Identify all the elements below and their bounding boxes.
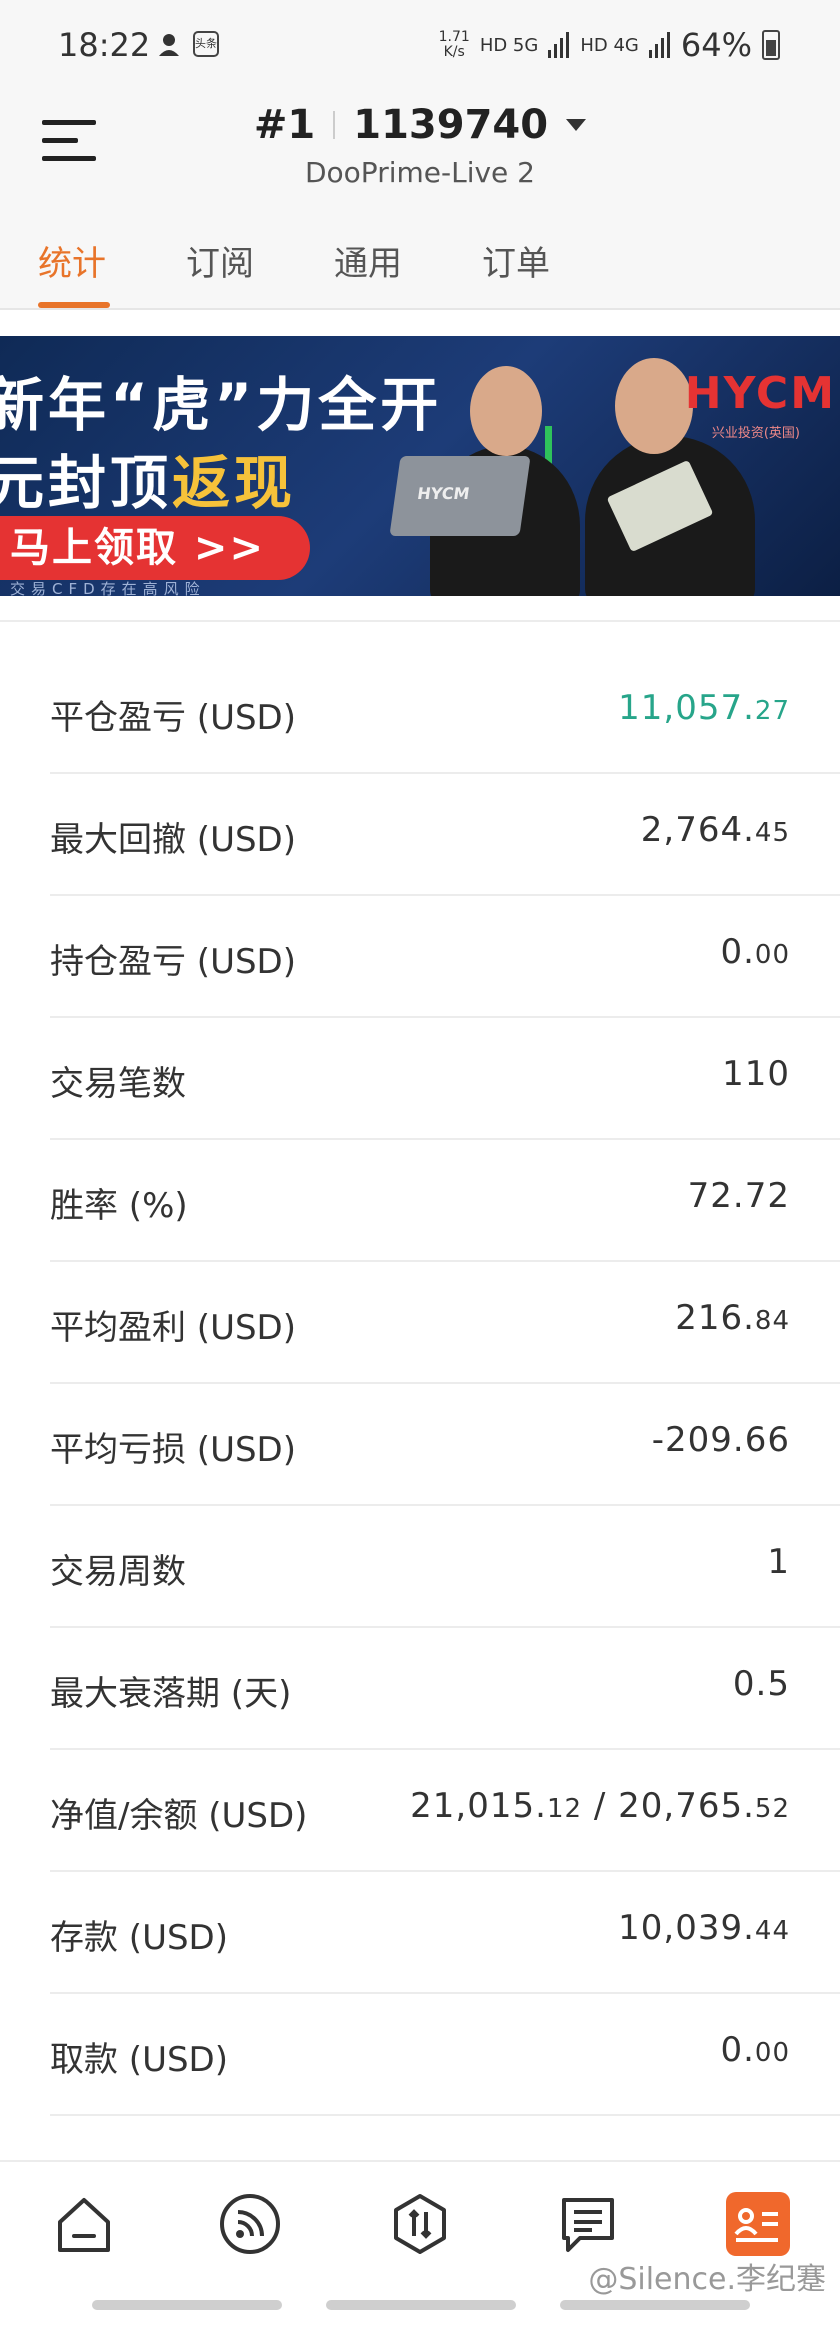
person-face [470,366,542,456]
signal-icon [548,32,570,58]
battery-percent: 64% [680,26,752,64]
stat-value: 110 [722,1054,790,1094]
network-speed: 1.71 K/s [438,29,470,60]
status-left-icons: 头条 [155,30,219,58]
stat-value: 72.72 [687,1176,790,1216]
stat-value: 10,039.44 [618,1908,790,1948]
stat-row: 平仓盈亏 (USD) 11,057.27 [50,652,840,774]
stat-value: -209.66 [651,1420,790,1460]
divider [0,620,840,622]
stat-value: 216.84 [675,1298,790,1338]
notification-app-icon [159,34,179,56]
tab-bar: 统计 订阅 通用 订单 [0,206,840,310]
account-number: 1139740 [353,102,549,148]
stat-value: 0.00 [720,932,790,972]
tab-general[interactable]: 通用 [334,236,402,285]
stat-value: 2,764.45 [640,810,790,850]
stat-row: 胜率 (%) 72.72 [50,1140,840,1262]
stat-row: 交易周数 1 [50,1506,840,1628]
network-4g-label: HD 4G [580,34,639,56]
tab-orders[interactable]: 订单 [482,236,550,285]
watermark: @Silence.李纪蹇 [588,2262,826,2297]
stat-value: 11,057.27 [618,688,790,728]
stat-row: 存款 (USD) 10,039.44 [50,1872,840,1994]
banner-disclaimer: 交易CFD存在高风险 [10,580,206,596]
stat-row: 交易笔数 110 [50,1018,840,1140]
network-5g-label: HD 5G [479,34,539,56]
active-tab-indicator [38,302,110,308]
laptop-illustration: HYCM [389,456,531,536]
banner-headline: 新年“虎”力全开 [0,371,443,439]
promo-banner[interactable]: 新年“虎”力全开 元封顶返现 马上领取 >> 交易CFD存在高风险 HYCM H… [0,336,840,596]
stat-row: 持仓盈亏 (USD) 0.00 [50,896,840,1018]
stat-row: 净值/余额 (USD) 21,015.12 / 20,765.52 [50,1750,840,1872]
nav-gesture-bar [92,2300,282,2310]
nav-gesture-bar [560,2300,750,2310]
stat-row: 最大回撤 (USD) 2,764.45 [50,774,840,896]
status-right: 1.71 K/s HD 5G HD 4G 64% [439,26,780,64]
profile-card-icon[interactable] [726,2192,790,2256]
tab-statistics[interactable]: 统计 [38,236,106,285]
nav-gesture-bar [326,2300,516,2310]
trade-icon[interactable] [388,2192,452,2256]
stat-value: 1 [767,1542,790,1582]
battery-icon [762,30,780,60]
banner-cta-button[interactable]: 马上领取 >> [0,516,310,580]
stat-row: 取款 (USD) 0.00 [50,1994,840,2116]
signal-icon [648,32,670,58]
account-index: #1 [253,102,316,148]
status-bar: 18:22 头条 1.71 K/s HD 5G HD 4G 64% [0,0,840,96]
stat-row: 最大衰落期 (天) 0.5 [50,1628,840,1750]
stat-row: 平均亏损 (USD) -209.66 [50,1384,840,1506]
person-face [615,358,693,454]
signal-feed-icon[interactable] [218,2192,282,2256]
stat-value: 0.5 [732,1664,790,1704]
toutiao-badge-icon: 头条 [193,31,219,57]
account-selector[interactable]: #1 1139740 DooPrime-Live 2 [0,102,840,189]
stat-value: 21,015.12 / 20,765.52 [410,1786,790,1826]
message-icon[interactable] [556,2192,620,2256]
status-time: 18:22 [58,26,151,64]
account-server: DooPrime-Live 2 [304,156,535,189]
banner-subheadline: 元封顶返现 [0,449,297,517]
stat-row: 平均盈利 (USD) 216.84 [50,1262,840,1384]
divider [333,111,336,139]
stat-value: 0.00 [720,2030,790,2070]
tab-subscription[interactable]: 订阅 [186,236,254,285]
brand-subtitle: 兴业投资(英国) [711,426,800,441]
brand-logo: HYCM [684,368,836,419]
home-icon[interactable] [52,2192,116,2256]
app-header: #1 1139740 DooPrime-Live 2 [0,96,840,206]
caret-down-icon [566,119,587,131]
